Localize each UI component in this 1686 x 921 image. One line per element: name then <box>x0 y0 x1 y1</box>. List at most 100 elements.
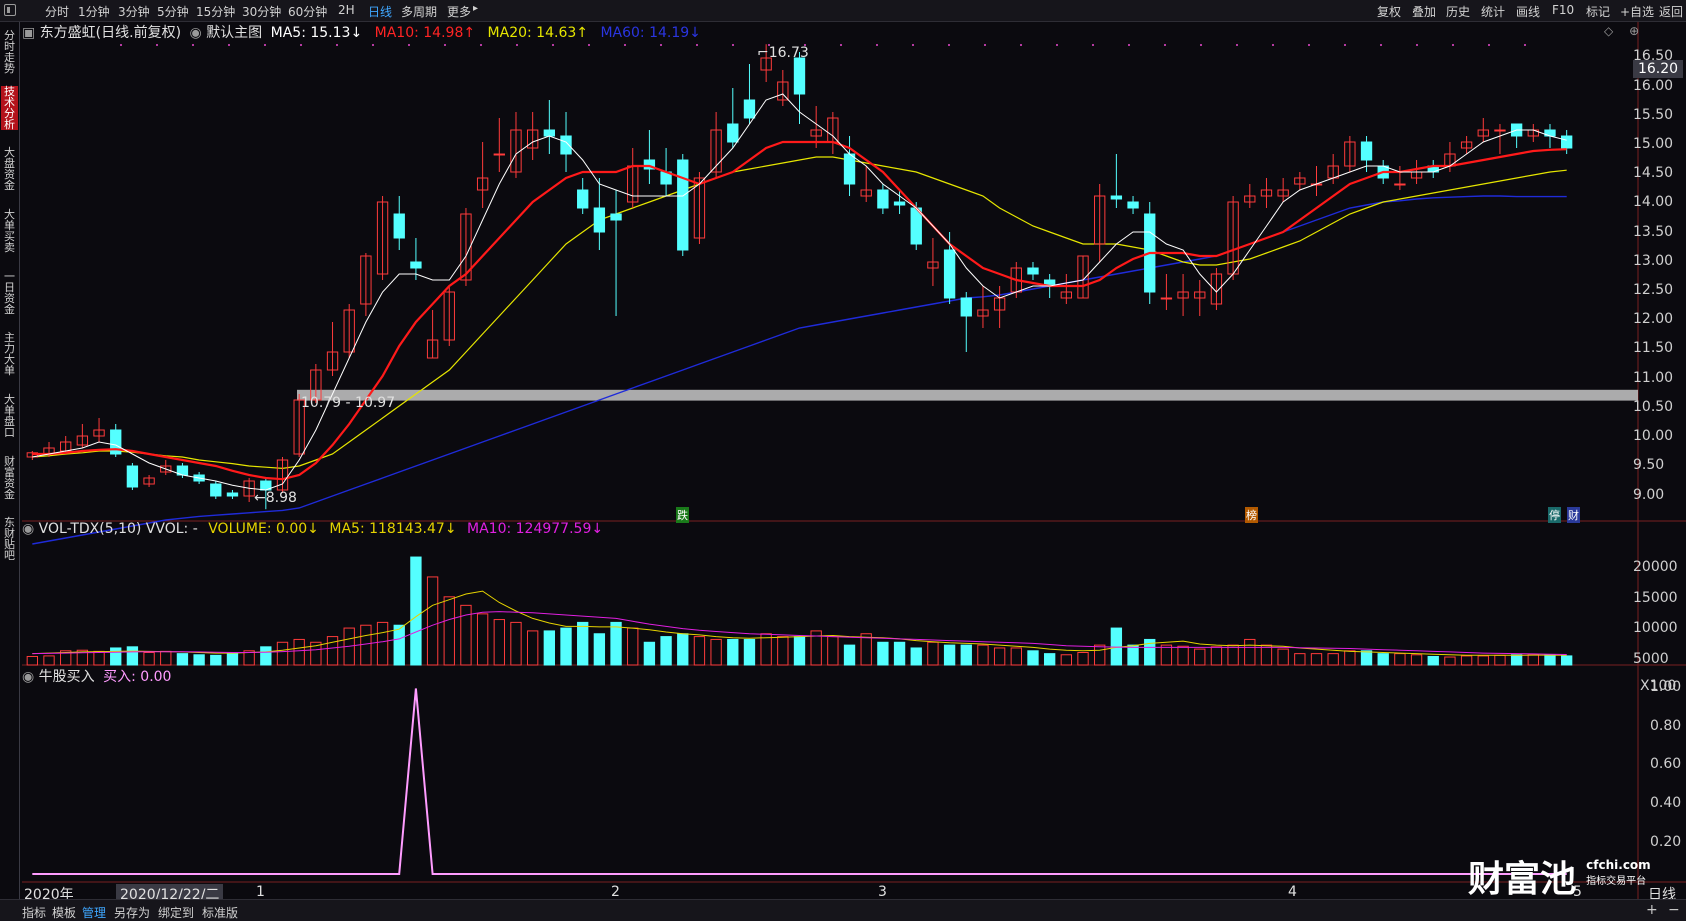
zoom-out-icon[interactable]: − <box>1668 902 1680 918</box>
event-marker-bang[interactable]: 榜 <box>1245 507 1258 523</box>
volume-bar <box>1077 652 1089 666</box>
candle <box>593 178 606 250</box>
candle-body <box>727 123 739 143</box>
vol-dot-icon[interactable]: ◉ <box>22 521 34 537</box>
x-label-month: 1 <box>256 884 265 900</box>
chart-nav-icons: ◇ ⊕ <box>1604 24 1639 38</box>
stock-chart[interactable] <box>0 0 1686 921</box>
candle-body <box>1127 201 1139 209</box>
candle-body <box>843 153 856 185</box>
volume-bar <box>743 638 756 666</box>
volume-bar <box>26 655 39 666</box>
volume-bar <box>526 630 539 666</box>
candle-body <box>793 57 806 95</box>
tab-save-as[interactable]: 另存为 <box>114 904 150 921</box>
price-tick: 10.00 <box>1633 428 1674 444</box>
grid-dot <box>264 44 266 46</box>
price-tick: 13.00 <box>1633 253 1674 269</box>
volume-bar <box>1410 654 1423 666</box>
grid-dot <box>1524 44 1526 46</box>
template-dot-icon[interactable]: ◉ <box>190 25 202 41</box>
candle <box>143 475 155 487</box>
tab-template[interactable]: 模板 <box>52 904 76 921</box>
candle <box>226 490 239 499</box>
volume-bar <box>193 654 205 666</box>
candle <box>1060 274 1073 304</box>
volume-bar <box>176 653 189 666</box>
indicator-tick: 1.00 <box>1650 679 1682 695</box>
ind-dot-icon[interactable]: ◉ <box>22 669 34 685</box>
candle <box>1360 136 1373 172</box>
volume-bar <box>126 646 139 666</box>
ma5-value: MA5: 15.13↓ <box>270 25 363 41</box>
candle <box>1194 280 1206 316</box>
volume-bar <box>910 647 922 666</box>
tab-manage[interactable]: 管理 <box>82 904 106 921</box>
volume-bar <box>1510 654 1523 666</box>
price-tick: 15.50 <box>1633 107 1674 123</box>
candle <box>1310 166 1323 196</box>
volume-bar <box>993 647 1006 666</box>
price-tick: 14.50 <box>1633 165 1674 181</box>
candle <box>577 178 589 214</box>
volume-tick: 10000 <box>1633 620 1678 636</box>
candle <box>727 88 739 148</box>
candle-body <box>610 213 622 221</box>
event-marker-die[interactable]: 跌 <box>676 507 689 523</box>
candle <box>360 253 372 316</box>
grid-dot <box>588 44 590 46</box>
stock-title: 东方盛虹(日线.前复权) <box>39 25 182 41</box>
volume-bar <box>793 636 806 666</box>
candle-body <box>1494 129 1506 132</box>
candle <box>376 196 389 280</box>
tab-indicator[interactable]: 指标 <box>22 904 46 921</box>
volume-bar <box>1427 655 1439 666</box>
volume-bar <box>360 624 372 666</box>
indicator-header: ◉ 牛股买入 买入: 0.00 <box>22 666 171 686</box>
price-tick: 9.50 <box>1633 457 1665 473</box>
candle <box>960 292 972 352</box>
grid-dot <box>948 44 950 46</box>
prev-icon[interactable]: ◇ <box>1604 24 1613 38</box>
vol-indicator-name[interactable]: VOL-TDX(5,10) VVOL: - <box>39 521 198 537</box>
next-icon[interactable]: ⊕ <box>1629 24 1639 38</box>
candle <box>1494 124 1506 154</box>
candle <box>126 463 139 490</box>
event-marker-ting[interactable]: 停 <box>1548 507 1561 523</box>
grid-dot <box>192 44 194 46</box>
tab-standard[interactable]: 标准版 <box>202 904 238 921</box>
grid-dot <box>840 44 842 46</box>
volume-bar <box>476 613 489 666</box>
buy-signal-line <box>32 688 1567 875</box>
grid-dot <box>1308 44 1310 46</box>
volume-bar <box>860 633 872 666</box>
tab-bind-to[interactable]: 绑定到 <box>158 904 194 921</box>
volume-bar <box>393 624 405 666</box>
volume-bar <box>1394 653 1406 666</box>
settings-dot-icon[interactable]: ▣ <box>22 25 35 41</box>
volume-bar <box>843 644 856 666</box>
grid-dot <box>336 44 338 46</box>
candle <box>1077 255 1089 299</box>
candle-body <box>210 483 222 497</box>
volume-bar <box>1277 648 1289 666</box>
volume-bar <box>1010 647 1022 666</box>
ind-name[interactable]: 牛股买入 <box>39 669 95 685</box>
grid-dot <box>1344 44 1346 46</box>
grid-dot <box>624 44 626 46</box>
candle <box>843 136 856 196</box>
candle <box>1027 262 1039 280</box>
vol-ma10-value: MA10: 124977.59↓ <box>467 521 604 537</box>
ma10-value: MA10: 14.98↑ <box>374 25 476 41</box>
grid-dot <box>1236 44 1238 46</box>
grid-dot <box>696 44 698 46</box>
template-name[interactable]: 默认主图 <box>206 25 262 41</box>
volume-bar <box>1444 656 1456 666</box>
zoom-in-icon[interactable]: + <box>1646 902 1658 918</box>
bottom-toolbar: 指标 模板 管理 另存为 绑定到 标准版 + − <box>0 899 1686 921</box>
watermark-url: cfchi.com <box>1586 858 1651 872</box>
volume-bar <box>376 621 389 666</box>
event-marker-cai[interactable]: 财 <box>1567 507 1580 523</box>
grid-dot <box>732 44 734 46</box>
volume-bar <box>660 636 672 666</box>
